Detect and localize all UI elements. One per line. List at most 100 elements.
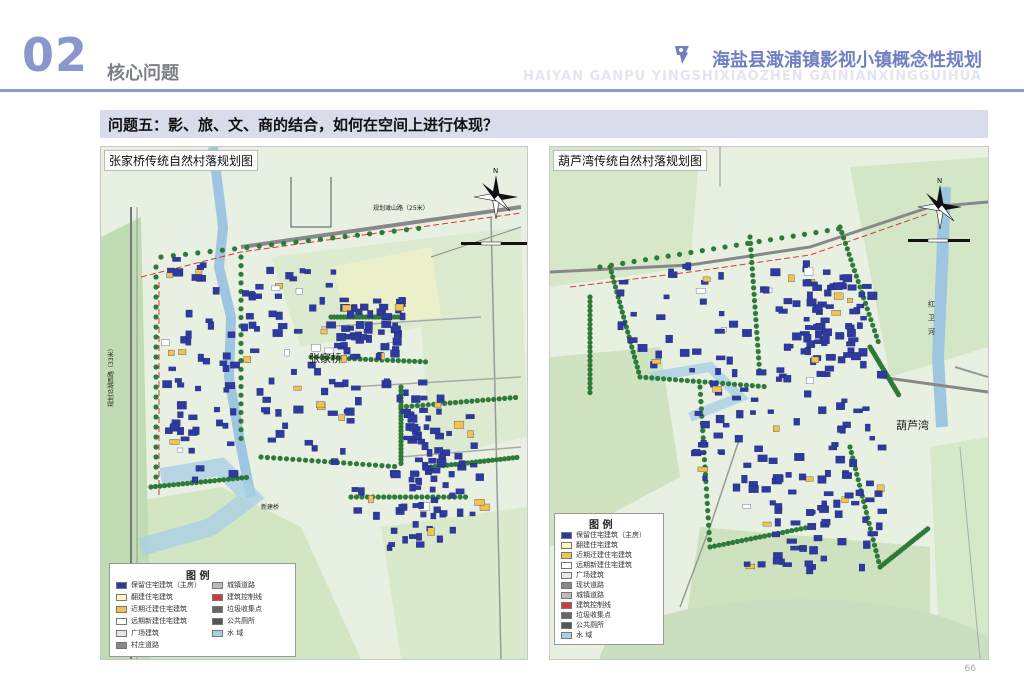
tree-marker [372,462,379,468]
building-marker [202,357,211,365]
building-marker [793,418,800,426]
legend-swatch [561,551,572,559]
tree-marker [739,538,745,544]
building-marker [314,367,321,376]
building-marker [408,476,415,483]
tree-marker [620,260,626,266]
building-marker [695,288,706,294]
project-pinyin: HAIYAN GANPU YINGSHIXIAOZHEN GAINIANXING… [523,69,982,84]
tree-marker [587,380,593,386]
tree-marker [507,395,513,401]
building-marker [858,563,865,572]
tree-marker [153,284,159,290]
building-marker [390,527,398,534]
legend-item: 水 域 [561,630,592,640]
building-marker [430,497,439,504]
tree-marker [743,537,749,543]
legend-label: 翻建住宅建筑 [131,593,173,601]
tree-marker [425,402,431,408]
building-marker [434,447,443,454]
tree-marker [491,396,497,402]
tree-marker [474,398,480,404]
building-marker [630,311,637,317]
tree-marker [802,525,809,531]
building-marker [775,474,784,483]
building-marker [617,323,624,331]
building-marker [757,561,766,568]
tree-marker [225,476,231,482]
tree-marker [870,537,876,543]
building-marker [837,538,847,546]
tree-marker [424,494,430,500]
tree-marker [874,553,880,559]
huluwan-village-plan-map: N 葫芦湾传统自然村落规划图 葫芦湾 红卫河 图 例 保留住宅建筑（主房） 翻建住… [549,146,989,660]
building-marker [398,297,406,304]
tree-marker [153,384,159,390]
tree-marker [751,298,758,304]
building-marker [474,499,485,506]
tree-marker [711,543,718,549]
building-marker [433,506,441,514]
building-marker [293,328,303,334]
building-marker [425,415,432,422]
legend-item: 现状道路 [561,580,604,590]
building-marker [266,266,274,275]
tree-marker [392,463,398,470]
tree-marker [755,383,761,389]
tree-marker [756,238,762,245]
building-marker [262,396,271,403]
building-marker [330,269,337,275]
building-marker [874,490,883,497]
tree-marker [395,314,401,320]
zhangjiaqiao-village-plan-map: N 张家桥传统自然村落规划图 张家桥 规划澉山路（25米） 规划沿湖西路（33米… [100,146,528,660]
tree-marker [851,268,858,274]
building-marker [865,423,871,432]
tree-marker [752,304,758,310]
building-marker [790,520,801,526]
building-marker [847,328,856,337]
building-marker [275,311,283,320]
tree-marker [855,477,861,483]
building-marker [360,334,368,341]
building-marker [436,394,445,403]
tree-marker [779,235,785,241]
building-marker [407,414,418,423]
building-marker [798,473,807,481]
building-marker [836,402,845,410]
building-marker [325,282,333,288]
legend-item: 城镇道路 [212,580,255,590]
tree-marker [216,477,222,483]
tree-marker [608,269,614,275]
building-marker [833,282,843,291]
tree-marker [256,243,262,249]
legend-swatch [561,631,572,639]
zhangjiaqiao-label: 张家桥 [309,352,342,365]
tree-marker [360,461,366,467]
tree-marker [587,330,593,336]
tree-marker [153,264,159,270]
legend-label: 城镇道路 [576,591,604,599]
legend-item: 垃圾收集点 [212,604,262,614]
tree-marker [864,306,870,312]
building-marker [858,291,866,298]
legend-item: 垃圾收集点 [561,610,611,620]
tree-marker [631,354,638,360]
tree-marker [238,392,244,398]
building-marker [806,340,816,348]
building-marker [390,470,401,479]
building-marker [274,293,282,299]
legend-label: 建筑控制线 [227,593,262,601]
building-marker [833,292,844,300]
building-marker [726,356,733,365]
legend-label: 现状道路 [576,581,604,589]
legend-swatch [116,629,127,637]
building-marker [412,434,421,440]
tree-marker [277,455,283,461]
building-marker [790,545,800,551]
tree-marker [162,483,168,489]
tree-marker [734,538,740,545]
tree-marker [749,259,755,266]
tree-marker [348,494,354,500]
building-marker [222,352,231,360]
tree-marker [731,381,738,387]
